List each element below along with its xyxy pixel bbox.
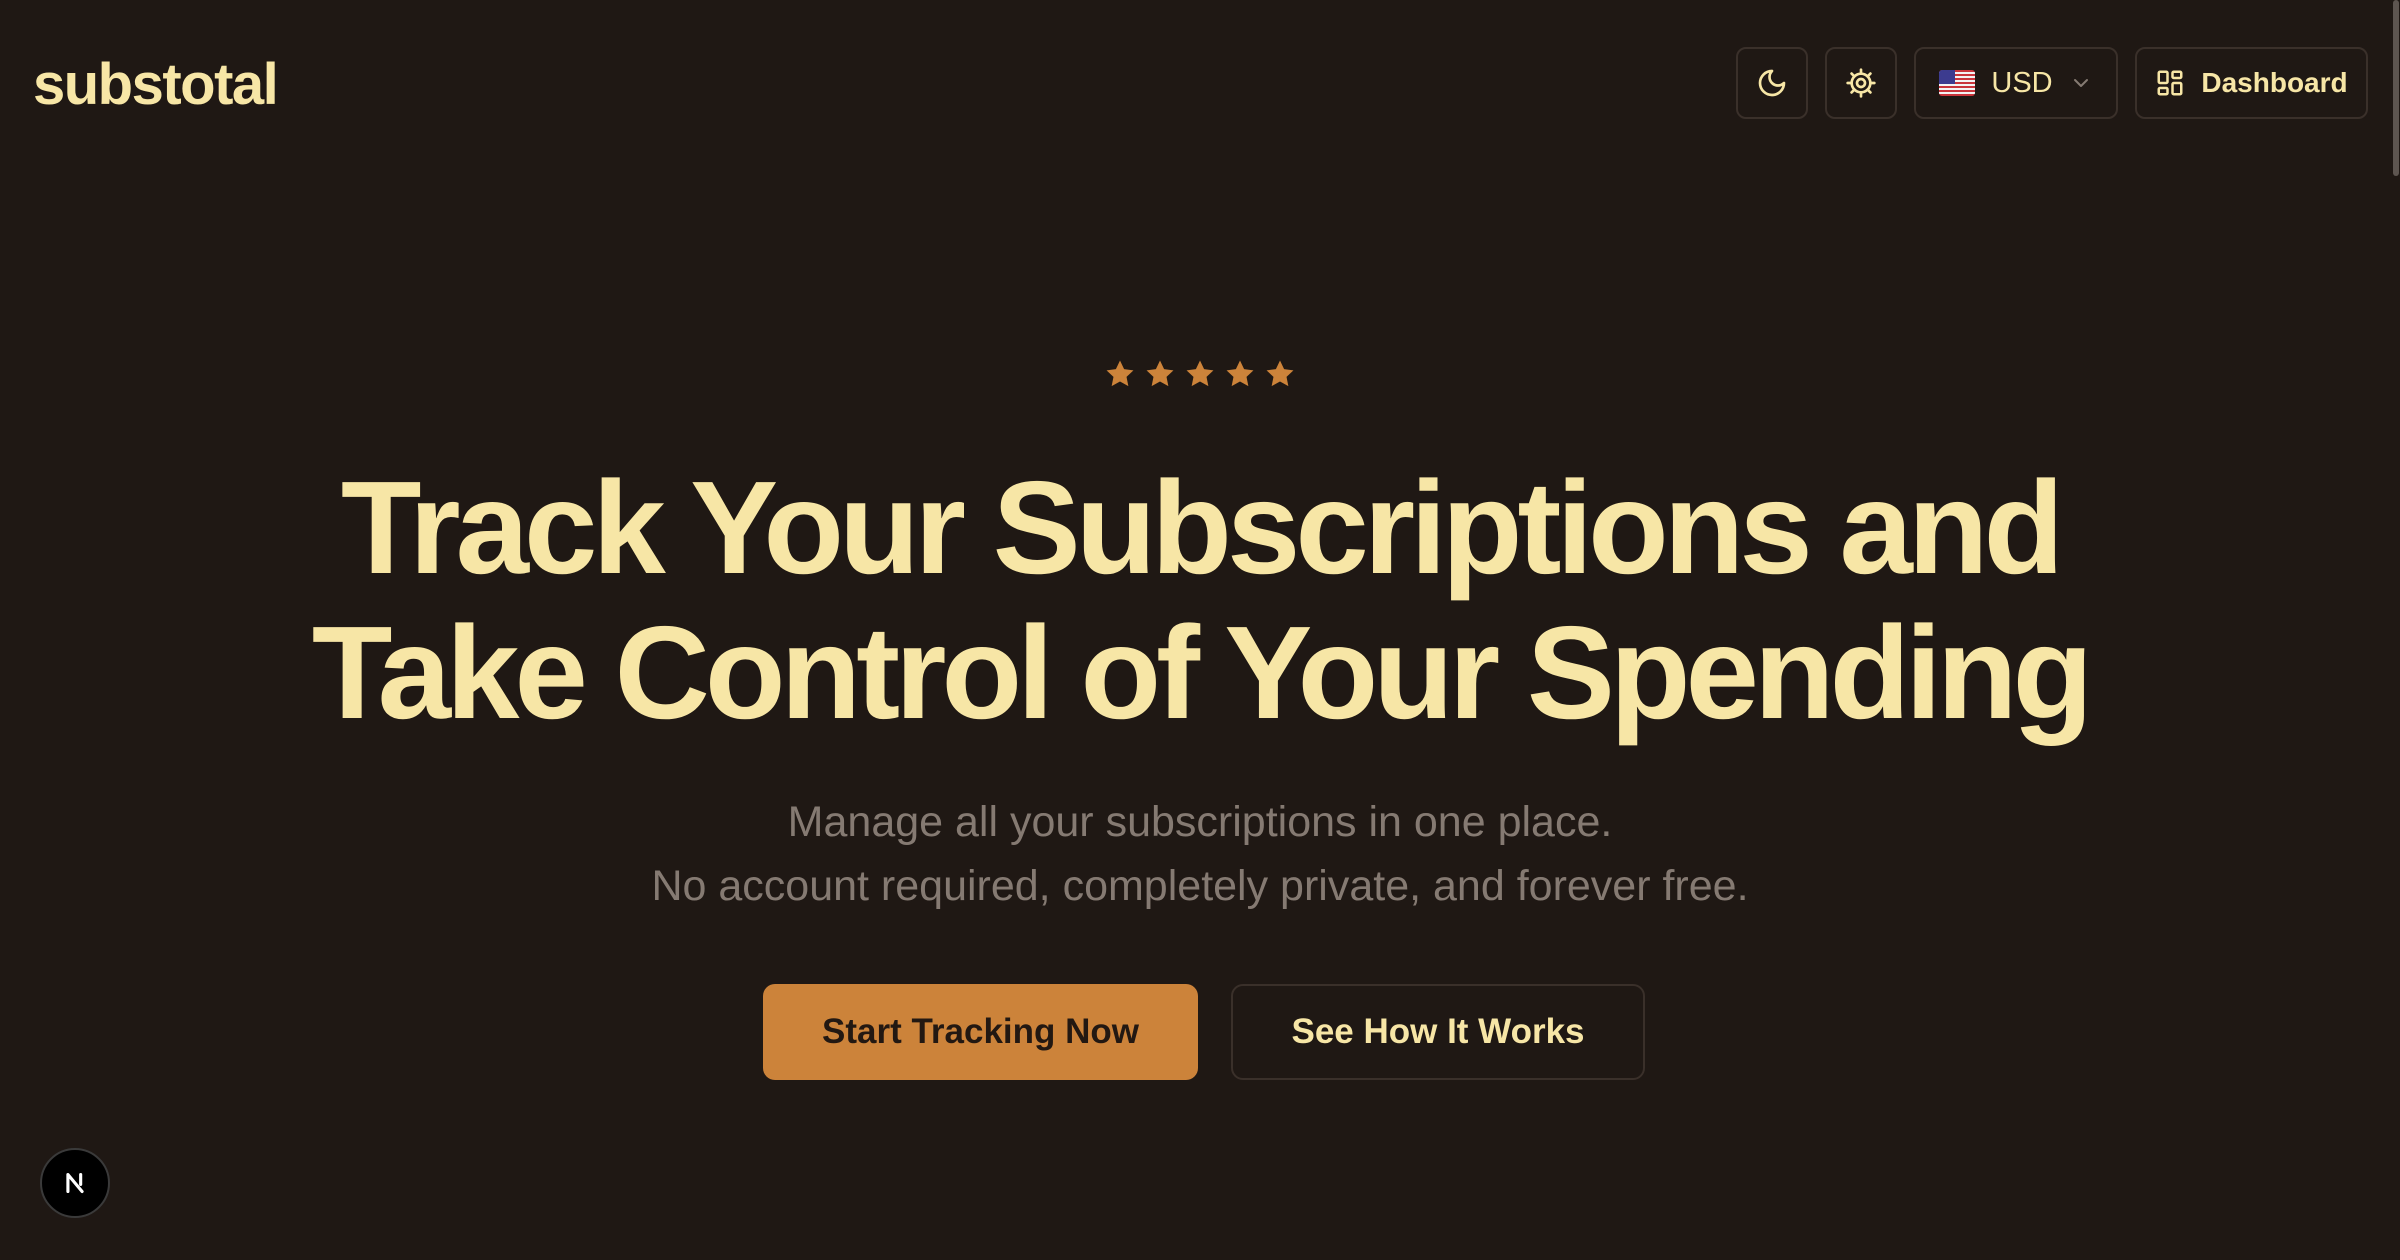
scrollbar-thumb[interactable]: [2393, 0, 2399, 176]
dashboard-label: Dashboard: [2201, 67, 2348, 98]
logo[interactable]: substotal: [33, 50, 279, 120]
hero-subtitle-line: Manage all your subscriptions in one pla…: [787, 798, 1613, 846]
theme-toggle-button[interactable]: [1736, 47, 1808, 119]
star-icon: [1223, 357, 1257, 391]
hero-title: Track Your Subscriptions and Take Contro…: [0, 455, 2400, 745]
currency-selector[interactable]: USD: [1914, 47, 2118, 119]
chevron-down-icon: [2073, 79, 2088, 87]
nextjs-dev-badge[interactable]: [40, 1148, 110, 1218]
nextjs-icon: [66, 1172, 84, 1194]
currency-code: USD: [1991, 66, 2053, 99]
moon-icon: [1758, 69, 1786, 97]
settings-button[interactable]: [1825, 47, 1897, 119]
rating-stars: [0, 357, 2400, 391]
see-how-it-works-button[interactable]: See How It Works: [1231, 984, 1645, 1080]
grid-icon: [2157, 70, 2183, 96]
us-flag-icon: [1939, 70, 1976, 96]
hero-subtitle-line: No account required, completely private,…: [651, 862, 1749, 910]
top-nav: USD Dashboard: [1736, 47, 2368, 119]
start-tracking-button[interactable]: Start Tracking Now: [763, 984, 1198, 1080]
star-icon: [1183, 357, 1217, 391]
star-icon: [1103, 357, 1137, 391]
dashboard-button[interactable]: Dashboard: [2135, 47, 2368, 119]
cta-row: Start Tracking Now See How It Works: [0, 984, 2400, 1080]
hero-title-line: Take Control of Your Spending: [311, 599, 2093, 746]
hero-subtitle: Manage all your subscriptions in one pla…: [0, 790, 2400, 918]
gear-icon: [1846, 68, 1876, 98]
hero-title-line: Track Your Subscriptions and: [340, 454, 2064, 601]
star-icon: [1263, 357, 1297, 391]
star-icon: [1143, 357, 1177, 391]
